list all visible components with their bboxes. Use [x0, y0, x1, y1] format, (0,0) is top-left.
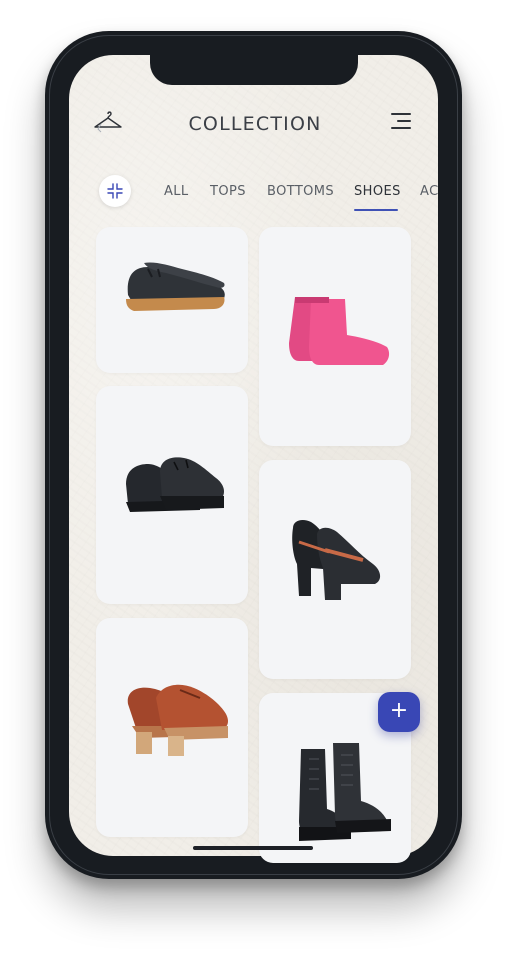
shoe-card-rubber-boots[interactable]	[259, 227, 411, 446]
collapse-icon	[107, 183, 123, 199]
menu-icon[interactable]	[388, 111, 414, 131]
page-title: COLLECTION	[188, 113, 322, 135]
shoe-image	[126, 262, 225, 311]
add-item-button[interactable]: +	[378, 692, 420, 732]
tab-all[interactable]: ALL	[164, 184, 189, 199]
tab-bottoms[interactable]: BOTTOMS	[267, 184, 334, 199]
shoe-card-loafer[interactable]	[96, 618, 248, 837]
collapse-filter-button[interactable]	[99, 175, 131, 207]
category-tabs: ALL TOPS BOTTOMS SHOES AC	[164, 184, 438, 214]
phone-notch	[150, 52, 358, 85]
home-indicator	[193, 846, 313, 850]
active-tab-indicator	[354, 209, 398, 211]
shoe-image	[126, 457, 224, 512]
tab-tops[interactable]: TOPS	[210, 184, 246, 199]
shoe-image	[127, 684, 228, 756]
shoe-card-mary-jane[interactable]	[259, 460, 411, 679]
shoe-card-derby[interactable]	[96, 386, 248, 604]
shoe-image	[289, 297, 390, 365]
hanger-icon[interactable]	[92, 108, 124, 134]
shoe-image	[292, 520, 381, 600]
tab-shoes[interactable]: SHOES	[354, 184, 401, 199]
tab-accessories[interactable]: AC	[420, 184, 438, 199]
shoe-card-slip-on[interactable]	[96, 227, 248, 373]
